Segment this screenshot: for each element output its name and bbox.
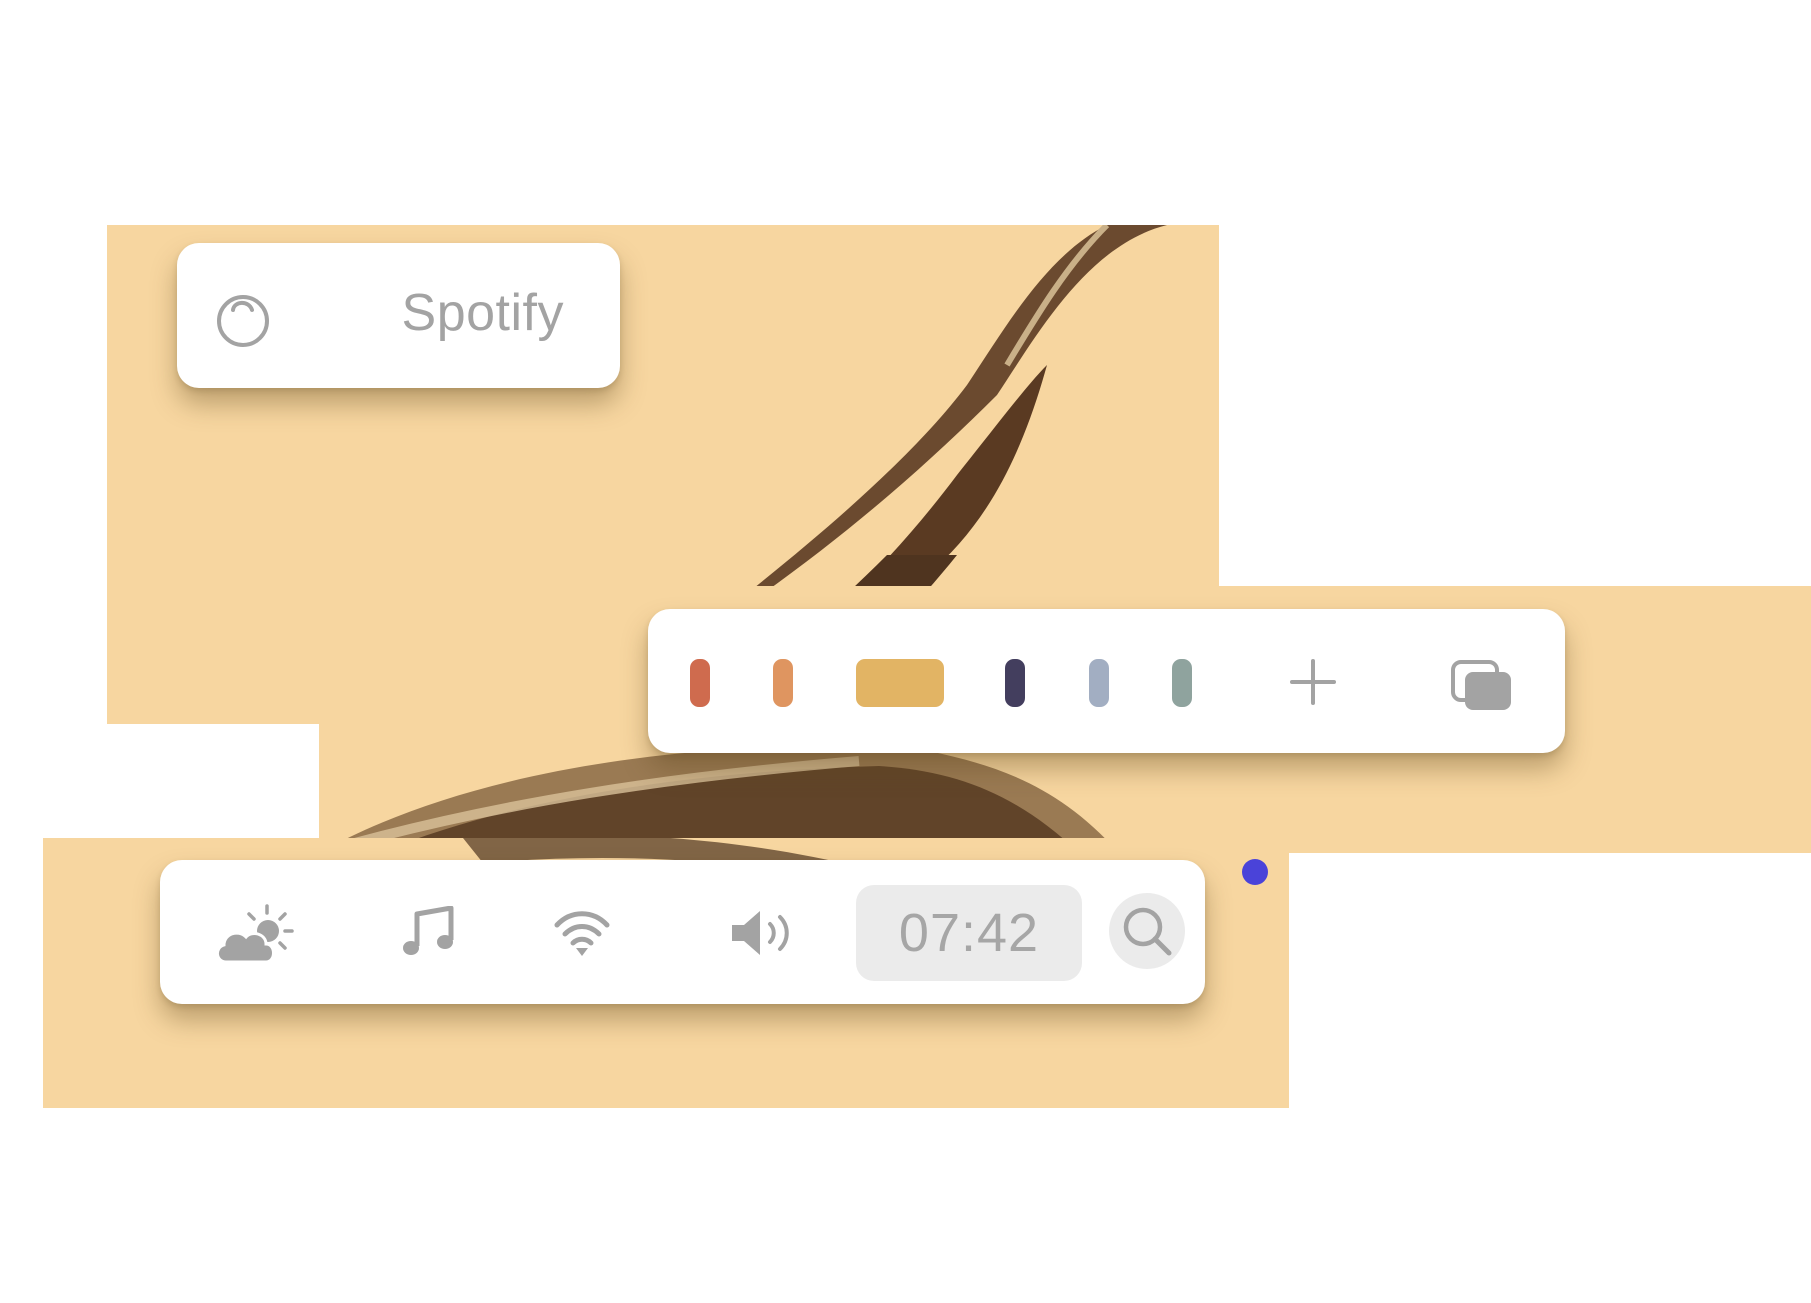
swatch-navy[interactable] [1005,659,1025,707]
swatch-rust[interactable] [690,659,710,707]
swatch-slate-blue[interactable] [1089,659,1109,707]
volume-icon[interactable] [730,908,796,958]
wifi-icon[interactable] [554,910,610,958]
copy-icon[interactable] [1451,660,1513,712]
partly-cloudy-icon[interactable] [214,904,296,964]
search-icon [1123,907,1172,956]
active-app-name: Spotify [401,284,564,342]
swatch-gold-selected[interactable] [856,659,944,707]
color-palette-toolbar [648,609,1565,753]
plus-icon[interactable] [1288,657,1338,707]
clock-time: 07:42 [898,903,1040,963]
timer-icon [217,295,269,347]
swatch-orange[interactable] [773,659,793,707]
swatch-sage[interactable] [1172,659,1192,707]
clock[interactable]: 07:42 [856,885,1082,981]
music-note-icon[interactable] [401,906,455,958]
app-menu[interactable]: Spotify [177,243,620,388]
status-bar: 07:42 [160,860,1205,1004]
notification-dot [1242,859,1268,885]
desktop: Spotify 07:42 [0,0,1811,1303]
search-button[interactable] [1109,893,1185,969]
